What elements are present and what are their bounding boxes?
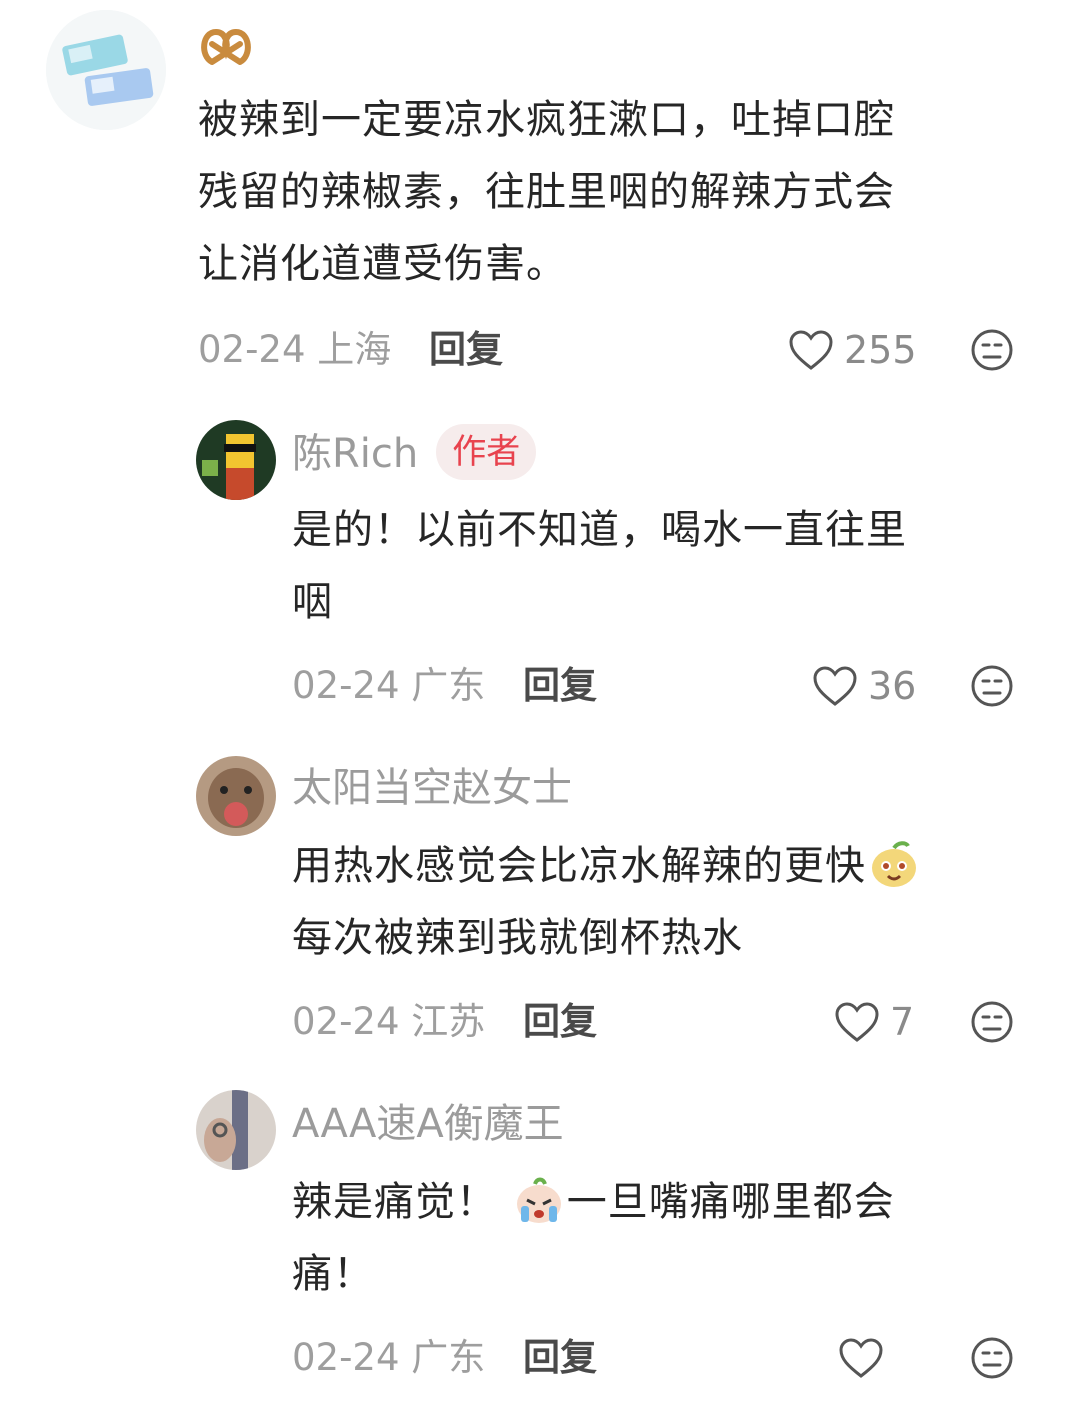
username[interactable]: 太阳当空赵女士: [292, 764, 572, 812]
avatar[interactable]: [196, 420, 276, 500]
comment-location: 江苏: [411, 1000, 486, 1043]
comment-meta: 02-24 江苏 回复: [292, 1000, 597, 1044]
avatar[interactable]: [196, 1090, 276, 1170]
like-button[interactable]: [838, 1336, 894, 1380]
comment-meta: 02-24 广东 回复: [292, 1336, 597, 1380]
like-button[interactable]: 7: [834, 1000, 914, 1044]
comment-location: 广东: [411, 664, 486, 707]
comment-date: 02-24: [198, 328, 306, 371]
heart-icon: [839, 1338, 883, 1378]
dislike-face-icon[interactable]: [970, 664, 1014, 708]
crying-face-emoji: [516, 1177, 561, 1223]
reply-button[interactable]: 回复: [523, 1336, 597, 1379]
like-count: 255: [844, 328, 917, 372]
comment-date: 02-24: [292, 664, 400, 707]
reply-button[interactable]: 回复: [429, 328, 503, 371]
comment-location: 上海: [317, 328, 392, 371]
avatar[interactable]: [196, 756, 276, 836]
like-button[interactable]: 36: [812, 664, 916, 708]
comment-date: 02-24: [292, 1336, 400, 1379]
comment-location: 广东: [411, 1336, 486, 1379]
username[interactable]: AAA速A衡魔王: [292, 1100, 564, 1148]
heart-icon: [789, 330, 833, 370]
comment-text: 用热水感觉会比凉水解辣的更快 每次被辣到我就倒杯热水: [292, 830, 1052, 974]
comment-1: 被辣到一定要凉水疯狂漱口，吐掉口腔 残留的辣椒素，往肚里咽的解辣方式会 让消化道…: [0, 0, 1072, 400]
dislike-face-icon[interactable]: [970, 328, 1014, 372]
heart-icon: [813, 666, 857, 706]
comment-text: 被辣到一定要凉水疯狂漱口，吐掉口腔 残留的辣椒素，往肚里咽的解辣方式会 让消化道…: [198, 97, 895, 287]
reply-button[interactable]: 回复: [523, 1000, 597, 1043]
like-button[interactable]: 255: [788, 328, 917, 372]
pretzel-icon: [201, 28, 251, 65]
cute-face-emoji: [872, 841, 916, 887]
reply-button[interactable]: 回复: [523, 664, 597, 707]
comment-meta: 02-24 广东 回复: [292, 664, 597, 708]
author-badge: 作者: [436, 424, 537, 480]
avatar[interactable]: [46, 10, 166, 130]
username[interactable]: 陈Rich 作者: [292, 424, 537, 484]
like-count: 36: [868, 664, 917, 708]
comment-date: 02-24: [292, 1000, 400, 1043]
comment-meta: 02-24 上海 回复: [198, 328, 503, 372]
dislike-face-icon[interactable]: [970, 1336, 1014, 1380]
dislike-face-icon[interactable]: [970, 1000, 1014, 1044]
comment-text: 是的！以前不知道，喝水一直往里 咽: [292, 507, 907, 625]
heart-icon: [835, 1002, 879, 1042]
comment-text: 辣是痛觉！ 一旦嘴痛哪里都会 痛！: [292, 1166, 1032, 1310]
like-count: 7: [890, 1000, 915, 1044]
